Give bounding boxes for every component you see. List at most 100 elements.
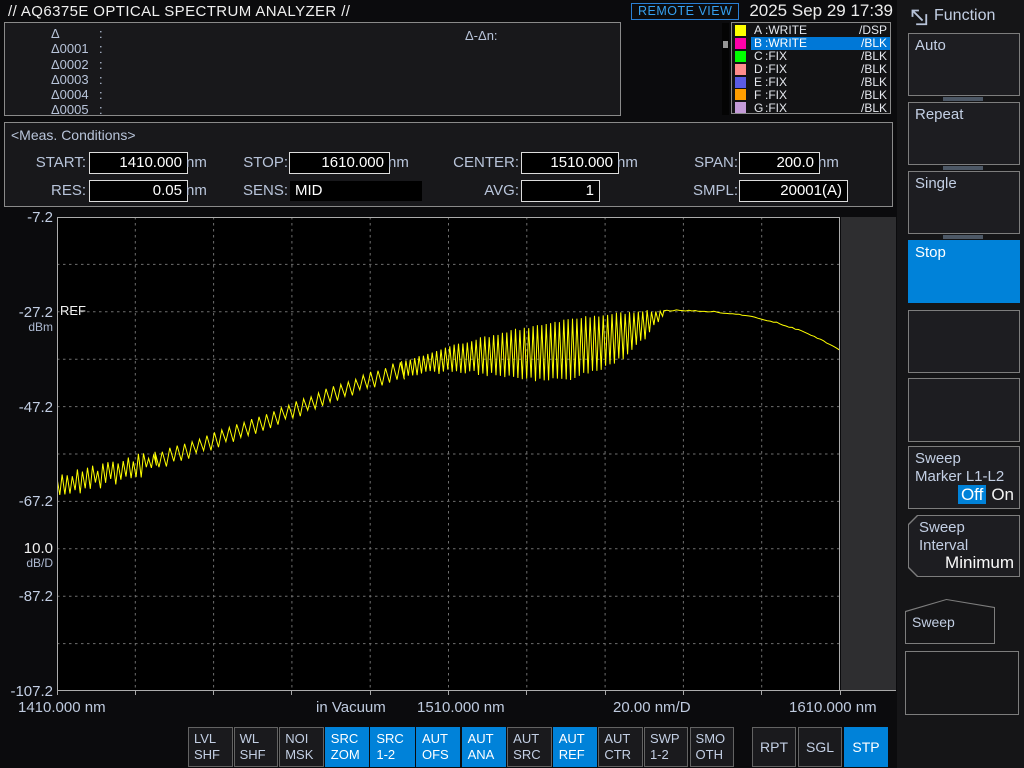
trace-color-swatch xyxy=(735,77,746,88)
trace-color-swatch xyxy=(735,64,746,75)
soft-key-line2: SHF xyxy=(194,747,232,763)
single-sweep-button[interactable]: Single xyxy=(908,171,1020,234)
soft-key-line1: AUT xyxy=(468,731,506,747)
soft-key-button[interactable]: NOI MSK xyxy=(279,727,324,767)
center-label: CENTER: xyxy=(435,152,519,174)
sens-label: SENS: xyxy=(208,180,288,202)
smpl-value-field[interactable]: 20001(A) xyxy=(739,180,848,202)
remote-view-badge: REMOTE VIEW xyxy=(631,3,739,20)
spectrum-plot-svg xyxy=(57,217,840,691)
soft-key-button[interactable]: AUT OFS xyxy=(416,727,461,767)
soft-key-line1: SRC xyxy=(376,731,414,747)
soft-key-button[interactable]: AUT SRC xyxy=(507,727,552,767)
trace-list-item[interactable]: G:FIX /BLK xyxy=(732,101,890,114)
soft-key-button[interactable]: SRC 1-2 xyxy=(370,727,415,767)
meas-conditions-panel: <Meas. Conditions> START: 1410.000 nm ST… xyxy=(4,122,893,207)
marker-panel: Δ: Δ0001: Δ0002: Δ0003: Δ0004: Δ0005: Δ-… xyxy=(4,22,621,116)
marker-row: Δ: xyxy=(5,26,620,41)
trace-list-item[interactable]: B:WRITE /BLK xyxy=(732,37,890,50)
trace-list-item[interactable]: D:FIX /BLK xyxy=(732,63,890,76)
auto-sweep-button[interactable]: Auto xyxy=(908,33,1020,96)
avg-label: AVG: xyxy=(435,180,519,202)
res-value-field[interactable]: 0.05 xyxy=(89,180,188,202)
blank-softkey-1[interactable] xyxy=(908,310,1020,373)
scrollbar-thumb[interactable] xyxy=(723,41,728,48)
soft-key-button[interactable]: SWP 1-2 xyxy=(644,727,689,767)
soft-key-line1: SWP xyxy=(650,731,688,747)
span-unit: nm xyxy=(818,152,839,174)
soft-key-line1: WL xyxy=(240,731,278,747)
stop-value-field[interactable]: 1610.000 xyxy=(289,152,390,174)
soft-key-button[interactable]: AUT REF xyxy=(553,727,598,767)
sens-value-field[interactable]: MID xyxy=(289,180,423,202)
marker-row: Δ0005: xyxy=(5,102,620,117)
soft-key-line2: OTH xyxy=(696,747,734,763)
soft-key-button[interactable]: AUT ANA xyxy=(462,727,507,767)
x-label-left: 1410.000 nm xyxy=(18,699,106,716)
sweep-interval-button[interactable]: Sweep Interval Minimum xyxy=(908,515,1020,577)
sweep-key-button[interactable]: SGL xyxy=(798,727,842,767)
trace-mode: :FIX xyxy=(765,76,787,89)
smpl-label: SMPL: xyxy=(660,180,738,202)
spectrum-plot-area[interactable] xyxy=(57,217,840,691)
sweep-marker-line2: Marker L1-L2 xyxy=(915,468,1013,486)
span-value-field[interactable]: 200.0 xyxy=(739,152,820,174)
soft-key-line1: NOI xyxy=(285,731,323,747)
soft-key-button[interactable]: WL SHF xyxy=(234,727,279,767)
stop-unit: nm xyxy=(388,152,409,174)
function-menu-header: Function xyxy=(907,5,995,27)
y-scale-unit: dB/D xyxy=(0,556,53,570)
avg-value-field[interactable]: 1 xyxy=(521,180,600,202)
marker-row: Δ0001: xyxy=(5,41,620,56)
x-label-center: 1510.000 nm xyxy=(417,699,505,716)
trace-status: /DSP xyxy=(859,24,887,37)
soft-key-line1: SMO xyxy=(696,731,734,747)
sweep-key-button[interactable]: RPT xyxy=(752,727,796,767)
trace-list-item[interactable]: E:FIX /BLK xyxy=(732,76,890,89)
toggle-on-option[interactable]: On xyxy=(991,485,1014,504)
collapse-menu-icon[interactable] xyxy=(907,5,929,27)
meas-conditions-title: <Meas. Conditions> xyxy=(11,127,136,143)
marker-row: Δ0003: xyxy=(5,72,620,87)
stop-sweep-button[interactable]: Stop xyxy=(908,240,1020,303)
soft-key-line2: 1-2 xyxy=(376,747,414,763)
marker-row: Δ0004: xyxy=(5,87,620,102)
marker-colon: : xyxy=(99,26,103,41)
sweep-key-button[interactable]: STP xyxy=(844,727,888,767)
marker-label: Δ xyxy=(51,26,99,41)
soft-key-button[interactable]: SRC ZOM xyxy=(325,727,370,767)
blank-softkey-bottom[interactable] xyxy=(905,651,1019,715)
start-value-field[interactable]: 1410.000 xyxy=(89,152,188,174)
trace-letter: G xyxy=(754,102,765,115)
repeat-sweep-button[interactable]: Repeat xyxy=(908,102,1020,165)
soft-key-button[interactable]: SMO OTH xyxy=(690,727,735,767)
span-label: SPAN: xyxy=(660,152,738,174)
center-value-field[interactable]: 1510.000 xyxy=(521,152,619,174)
soft-key-button[interactable]: AUT CTR xyxy=(598,727,643,767)
trace-letter: D xyxy=(754,63,765,76)
soft-key-line1: AUT xyxy=(513,731,551,747)
toggle-off-option[interactable]: Off xyxy=(958,485,986,504)
trace-list-item[interactable]: A:WRITE /DSP xyxy=(732,24,890,37)
soft-key-line1: SRC xyxy=(331,731,369,747)
start-unit: nm xyxy=(186,152,207,174)
marker-colon: : xyxy=(99,41,103,56)
blank-softkey-2[interactable] xyxy=(908,378,1020,442)
soft-key-line2: 1-2 xyxy=(650,747,688,763)
trace-mode: :WRITE xyxy=(765,24,807,37)
y-tick-5: -107.2 xyxy=(0,683,53,700)
sweep-menu-tab[interactable]: Sweep xyxy=(905,599,995,644)
y-axis-unit: dBm xyxy=(0,320,53,334)
trace-list-scrollbar[interactable] xyxy=(722,23,729,115)
marker-label: Δ0005 xyxy=(51,102,99,117)
trace-list-item[interactable]: F:FIX /BLK xyxy=(732,88,890,101)
sweep-marker-button[interactable]: Sweep Marker L1-L2 OffOn xyxy=(908,446,1020,509)
button-connector xyxy=(943,97,983,101)
soft-key-line2: REF xyxy=(559,747,597,763)
trace-list-item[interactable]: C:FIX /BLK xyxy=(732,50,890,63)
trace-status: /BLK xyxy=(861,63,887,76)
sweep-key-toolbar: RPT SGL STP xyxy=(752,727,888,767)
marker-label: Δ0004 xyxy=(51,87,99,102)
x-label-right: 1610.000 nm xyxy=(789,699,877,716)
soft-key-button[interactable]: LVL SHF xyxy=(188,727,233,767)
